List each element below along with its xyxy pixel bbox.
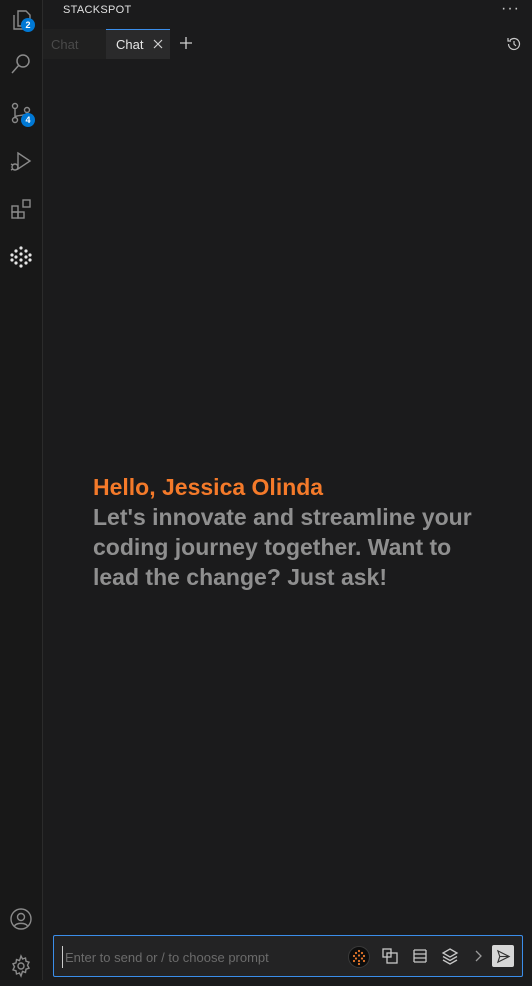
account-button[interactable] xyxy=(0,899,42,939)
layers-icon xyxy=(441,948,459,965)
tab-label: Chat xyxy=(116,37,144,52)
close-icon[interactable] xyxy=(152,38,164,50)
tab-chat-1[interactable]: Chat xyxy=(43,29,106,59)
explorer-button[interactable]: 2 xyxy=(0,0,42,40)
stacks-button[interactable] xyxy=(441,947,459,965)
list-icon xyxy=(413,949,427,963)
add-tab-icon[interactable] xyxy=(179,36,193,50)
settings-button[interactable] xyxy=(0,946,42,986)
chevron-right-icon xyxy=(475,950,482,962)
prompt-box xyxy=(53,935,523,977)
run-debug-icon xyxy=(10,151,32,171)
prompt-input[interactable] xyxy=(62,946,337,968)
search-icon xyxy=(11,54,30,74)
history-icon[interactable] xyxy=(506,36,522,52)
welcome-message: Hello, Jessica Olinda Let's innovate and… xyxy=(93,472,473,592)
expand-button[interactable] xyxy=(469,947,487,965)
tab-chat-2[interactable]: Chat xyxy=(106,29,170,59)
activity-bar: 2 4 xyxy=(0,0,43,980)
stackspot-logo-icon xyxy=(348,946,370,968)
extensions-button[interactable] xyxy=(0,189,42,229)
gear-icon xyxy=(12,954,30,978)
prompts-button[interactable] xyxy=(411,947,429,965)
search-button[interactable] xyxy=(0,44,42,84)
greeting-text: Let's innovate and streamline your codin… xyxy=(93,504,472,590)
knowledge-source-icon xyxy=(382,948,398,964)
more-actions-button[interactable]: ··· xyxy=(501,0,520,18)
stackspot-ai-button[interactable] xyxy=(348,946,370,968)
tab-label: Chat xyxy=(51,36,79,52)
send-button[interactable] xyxy=(492,945,514,967)
panel-title: STACKSPOT xyxy=(63,4,132,16)
greeting-title: Hello, Jessica Olinda xyxy=(93,474,324,500)
extensions-icon xyxy=(11,199,31,219)
stackspot-button[interactable] xyxy=(0,237,42,277)
send-icon xyxy=(496,949,510,963)
run-debug-button[interactable] xyxy=(0,141,42,181)
explorer-badge: 2 xyxy=(21,18,35,32)
chat-tabs: Chat Chat xyxy=(43,29,170,59)
account-icon xyxy=(10,908,32,930)
source-control-badge: 4 xyxy=(21,113,35,127)
knowledge-source-button[interactable] xyxy=(381,947,399,965)
stackspot-panel: STACKSPOT ··· Chat Chat Hello, Jessica O… xyxy=(43,0,532,980)
stackspot-icon xyxy=(10,246,32,268)
source-control-button[interactable]: 4 xyxy=(0,93,42,133)
